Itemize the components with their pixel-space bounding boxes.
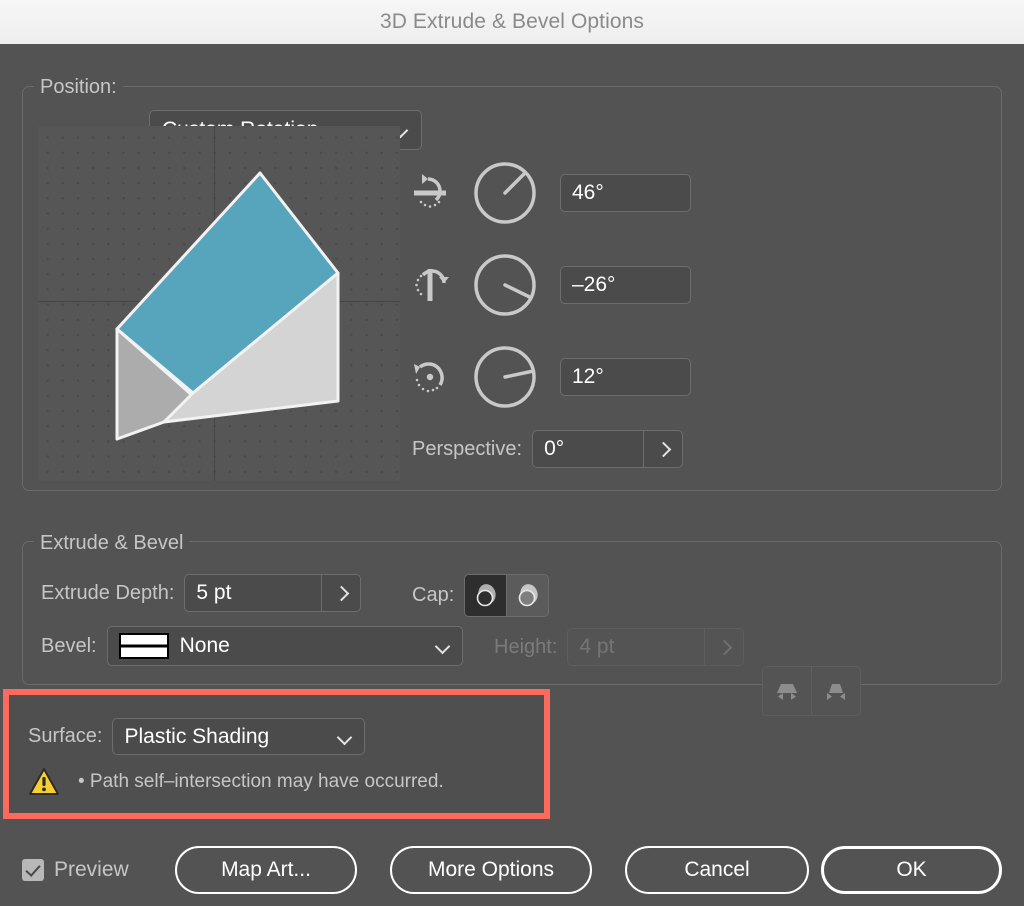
- cap-solid-button[interactable]: [465, 575, 507, 616]
- perspective-field[interactable]: 0°: [532, 430, 684, 468]
- chevron-down-icon: [337, 729, 353, 745]
- bevel-extent-out-icon: [777, 684, 797, 700]
- dialog-button-bar: Preview Map Art... More Options Cancel O…: [0, 834, 1024, 906]
- bevel-row: Bevel: None: [41, 626, 463, 666]
- preview-label: Preview: [54, 858, 129, 881]
- cap-button-group: [464, 574, 550, 617]
- chevron-right-icon: [656, 442, 670, 456]
- rotation-row-y: –26°: [408, 254, 691, 316]
- bevel-none-swatch-icon: [118, 633, 169, 659]
- rotate-y-axis-icon: [415, 269, 449, 301]
- cap-label: Cap:: [412, 584, 455, 606]
- height-row: Height: 4 pt: [494, 628, 745, 666]
- more-options-button[interactable]: More Options: [390, 846, 592, 894]
- height-stepper-button: [704, 629, 743, 665]
- height-field: 4 pt: [567, 628, 745, 666]
- position-label: Position:: [40, 75, 117, 98]
- dialog-title: 3D Extrude & Bevel Options: [379, 10, 645, 33]
- rotation-dial-z[interactable]: [472, 344, 538, 410]
- surface-dropdown-value: Plastic Shading: [124, 724, 270, 748]
- rotation-row-x: 46°: [408, 162, 691, 224]
- extrude-depth-field[interactable]: 5 pt: [184, 574, 362, 612]
- cap-hollow-button[interactable]: [506, 575, 549, 616]
- bevel-extent-group: [762, 666, 861, 716]
- rotation-z-input[interactable]: 12°: [560, 358, 691, 396]
- extrude-depth-label: Extrude Depth:: [41, 581, 175, 604]
- ok-button[interactable]: OK: [821, 846, 1002, 894]
- warning-row: • Path self–intersection may have occurr…: [28, 767, 444, 796]
- rotation-x-input[interactable]: 46°: [560, 174, 691, 212]
- perspective-value: 0°: [544, 437, 565, 460]
- rotation-dial-y[interactable]: [472, 252, 538, 318]
- bevel-dropdown[interactable]: None: [106, 626, 463, 666]
- extrude-depth-row: Extrude Depth: 5 pt: [41, 574, 362, 612]
- rotation-dial-x[interactable]: [472, 160, 538, 226]
- preview-checkbox-wrap[interactable]: Preview: [22, 858, 129, 882]
- rotation-row-z: 12°: [408, 346, 691, 408]
- height-value: 4 pt: [579, 635, 615, 658]
- height-label: Height:: [494, 635, 558, 658]
- dialog-body: Position: Custom Rotation: [0, 44, 1024, 906]
- surface-row: Surface: Plastic Shading: [28, 718, 366, 755]
- rotation-z-value: 12°: [572, 365, 604, 388]
- extrude-depth-value: 5 pt: [196, 581, 232, 604]
- perspective-row: Perspective: 0°: [412, 430, 684, 468]
- surface-dropdown[interactable]: Plastic Shading: [112, 718, 366, 755]
- perspective-stepper-button[interactable]: [643, 431, 682, 467]
- bevel-dropdown-value: None: [179, 634, 230, 657]
- chevron-right-icon: [334, 586, 348, 600]
- extrude-depth-stepper-button[interactable]: [321, 575, 360, 611]
- perspective-label: Perspective:: [412, 437, 523, 460]
- rotation-x-value: 46°: [572, 181, 604, 204]
- dialog-titlebar: 3D Extrude & Bevel Options: [0, 0, 1024, 45]
- extrude-bevel-legend-wrap: Extrude & Bevel: [34, 528, 190, 558]
- bevel-extent-in-button: [811, 667, 860, 715]
- surface-label: Surface:: [28, 725, 103, 747]
- cap-solid-icon: [476, 583, 496, 606]
- surface-section-highlight: Surface: Plastic Shading • Path self–int…: [3, 689, 550, 819]
- bevel-extent-in-icon: [827, 684, 845, 700]
- bevel-extent-out-button: [763, 667, 811, 715]
- extrude-bevel-legend: Extrude & Bevel: [40, 531, 184, 554]
- rotation-y-value: –26°: [572, 273, 616, 296]
- cancel-button[interactable]: Cancel: [625, 846, 809, 894]
- cap-row: Cap:: [412, 574, 550, 617]
- preview-checkbox[interactable]: [22, 859, 44, 881]
- chevron-right-icon: [717, 640, 731, 654]
- chevron-down-icon: [435, 638, 451, 654]
- rotate-z-axis-icon: [414, 362, 444, 393]
- bevel-label: Bevel:: [41, 634, 97, 657]
- cube-preview-stage[interactable]: [38, 126, 400, 481]
- rotation-y-input[interactable]: –26°: [560, 266, 691, 304]
- warning-triangle-icon: [29, 768, 59, 795]
- position-label-wrap: Position:: [34, 72, 123, 102]
- cap-hollow-icon: [518, 583, 538, 606]
- map-art-button[interactable]: Map Art...: [175, 846, 357, 894]
- bevel-extent-button-group: [762, 666, 861, 716]
- rotate-x-axis-icon: [414, 174, 446, 208]
- warning-message: • Path self–intersection may have occurr…: [78, 770, 444, 792]
- cube-3d-graphic: [115, 171, 340, 441]
